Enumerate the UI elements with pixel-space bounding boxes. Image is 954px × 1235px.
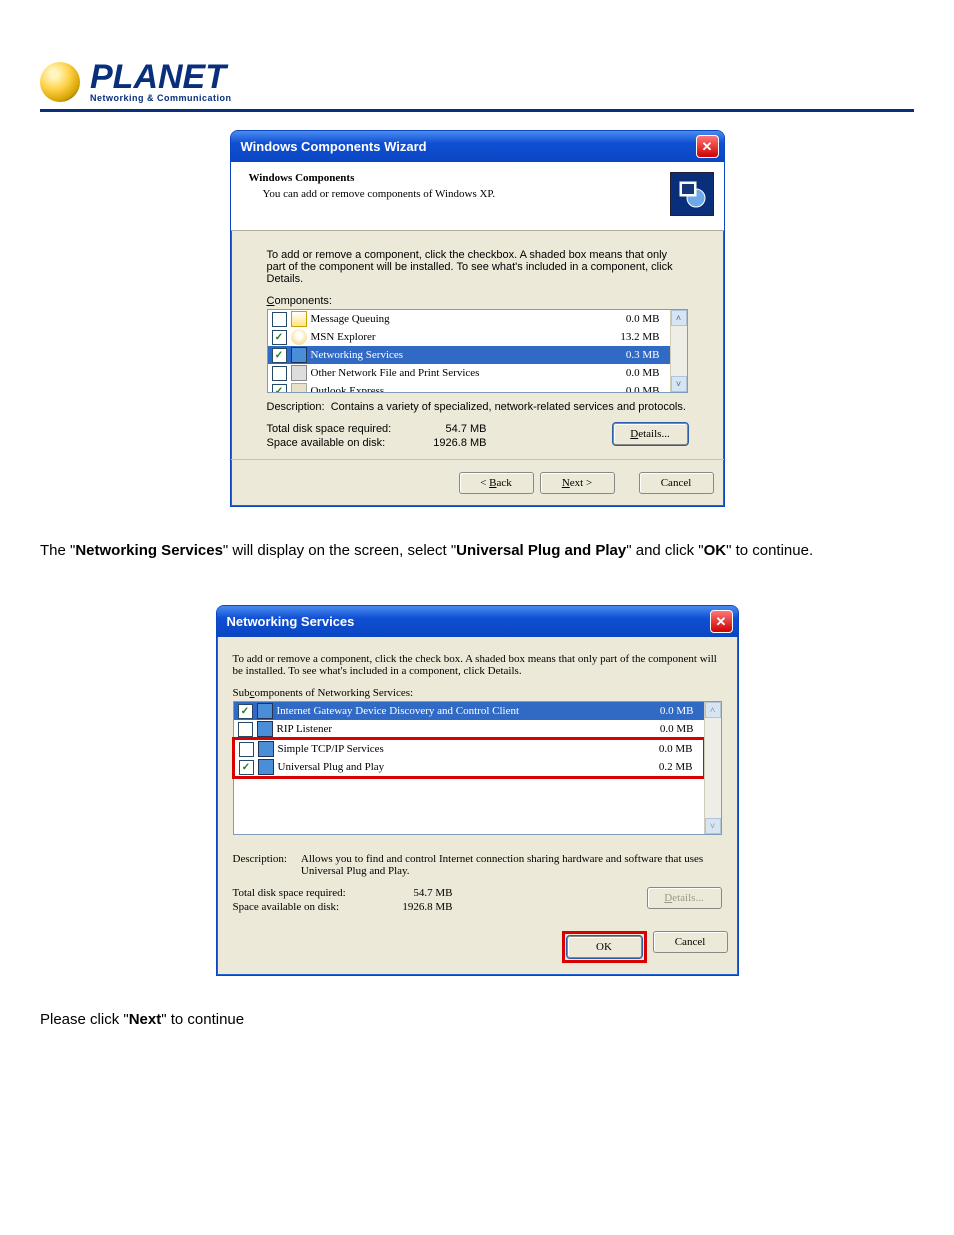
list-item-label: Internet Gateway Device Discovery and Co… (277, 705, 520, 717)
list-item-label: Universal Plug and Play (278, 761, 385, 773)
scrollbar[interactable]: ˄ ˅ (704, 702, 721, 834)
list-item[interactable]: Networking Services 0.3 MB (268, 346, 670, 364)
network-icon (257, 721, 273, 737)
message-queuing-icon (291, 311, 307, 327)
details-button[interactable]: Details... (613, 423, 688, 445)
next-button[interactable]: Next > (540, 472, 615, 494)
scroll-up-icon[interactable]: ˄ (671, 310, 687, 326)
components-listbox[interactable]: Message Queuing 0.0 MB MSN Explorer 13.2… (267, 309, 688, 393)
checkbox[interactable] (272, 330, 287, 345)
avail-space-value: 1926.8 MB (417, 437, 487, 449)
checkbox[interactable] (272, 312, 287, 327)
checkbox[interactable] (238, 722, 253, 737)
checkbox[interactable] (238, 704, 253, 719)
list-item[interactable]: Message Queuing 0.0 MB (268, 310, 670, 328)
list-item[interactable]: RIP Listener 0.0 MB (234, 720, 704, 738)
list-item-size: 0.2 MB (659, 761, 697, 773)
list-item[interactable]: Simple TCP/IP Services 0.0 MB (235, 740, 703, 758)
total-space-value: 54.7 MB (417, 423, 487, 435)
networking-services-window: Networking Services ✕ To add or remove a… (216, 605, 739, 976)
list-item-size: 0.0 MB (659, 743, 697, 755)
list-item[interactable]: Internet Gateway Device Discovery and Co… (234, 702, 704, 720)
description-text: Contains a variety of specialized, netwo… (331, 401, 686, 413)
msn-icon (291, 329, 307, 345)
list-item[interactable]: MSN Explorer 13.2 MB (268, 328, 670, 346)
close-icon: ✕ (702, 139, 713, 155)
list-item-size: 0.3 MB (626, 349, 664, 361)
checkbox[interactable] (239, 760, 254, 775)
close-icon: ✕ (716, 614, 727, 630)
close-button[interactable]: ✕ (710, 610, 733, 633)
brand-globe-icon (40, 62, 80, 102)
cancel-button[interactable]: Cancel (653, 931, 728, 953)
list-item-size: 0.0 MB (626, 313, 664, 325)
list-item[interactable]: Other Network File and Print Services 0.… (268, 364, 670, 382)
list-item-size: 0.0 MB (626, 385, 664, 393)
list-item-upnp[interactable]: Universal Plug and Play 0.2 MB (235, 758, 703, 776)
avail-space-value: 1926.8 MB (383, 901, 453, 913)
list-item[interactable]: Outlook Express 0.0 MB (268, 382, 670, 393)
wizard-title: Windows Components Wizard (241, 139, 427, 154)
dialog-instructions: To add or remove a component, click the … (233, 653, 722, 677)
avail-space-label: Space available on disk: (267, 437, 417, 449)
list-item-label: Networking Services (311, 349, 404, 361)
scroll-up-icon[interactable]: ˄ (705, 702, 721, 718)
network-icon (291, 347, 307, 363)
brand-header: PLANET Networking & Communication (40, 60, 914, 112)
outlook-icon (291, 383, 307, 393)
brand-tagline: Networking & Communication (90, 94, 232, 103)
cancel-button[interactable]: Cancel (639, 472, 714, 494)
list-item-label: Outlook Express (311, 385, 385, 393)
description-text: Allows you to find and control Internet … (301, 853, 722, 877)
total-space-label: Total disk space required: (267, 423, 417, 435)
total-space-value: 54.7 MB (383, 887, 453, 899)
subcomponents-listbox[interactable]: Internet Gateway Device Discovery and Co… (233, 701, 722, 835)
network-icon (258, 759, 274, 775)
instruction-paragraph-2: Please click "Next" to continue (40, 1010, 914, 1030)
ok-button[interactable]: OK (567, 936, 642, 958)
description-label: Description: (267, 401, 325, 413)
components-label: Components: (267, 295, 688, 307)
list-item-label: Message Queuing (311, 313, 390, 325)
scroll-down-icon[interactable]: ˅ (671, 376, 687, 392)
checkbox[interactable] (272, 366, 287, 381)
printer-icon (291, 365, 307, 381)
back-button[interactable]: < Back (459, 472, 534, 494)
wizard-subheading: You can add or remove components of Wind… (249, 188, 496, 200)
avail-space-label: Space available on disk: (233, 901, 383, 913)
wizard-instructions: To add or remove a component, click the … (267, 249, 688, 285)
instruction-paragraph-1: The "Networking Services" will display o… (40, 541, 914, 561)
brand-name: PLANET (90, 60, 232, 94)
components-icon (670, 172, 714, 216)
total-space-label: Total disk space required: (233, 887, 383, 899)
list-item-size: 0.0 MB (660, 705, 698, 717)
description-label: Description: (233, 853, 287, 877)
dialog-title: Networking Services (227, 614, 355, 629)
checkbox[interactable] (272, 348, 287, 363)
details-button: Details... (647, 887, 722, 909)
list-item-size: 0.0 MB (660, 723, 698, 735)
wizard-heading: Windows Components (249, 172, 496, 184)
subcomponents-label: Subcomponents of Networking Services: (233, 687, 722, 699)
list-item-label: Simple TCP/IP Services (278, 743, 384, 755)
components-wizard-window: Windows Components Wizard ✕ Windows Comp… (230, 130, 725, 507)
list-item-label: Other Network File and Print Services (311, 367, 480, 379)
checkbox[interactable] (272, 384, 287, 394)
list-item-size: 0.0 MB (626, 367, 664, 379)
network-icon (258, 741, 274, 757)
network-icon (257, 703, 273, 719)
list-item-label: MSN Explorer (311, 331, 376, 343)
list-item-label: RIP Listener (277, 723, 333, 735)
close-button[interactable]: ✕ (696, 135, 719, 158)
list-item-size: 13.2 MB (620, 331, 663, 343)
checkbox[interactable] (239, 742, 254, 757)
scroll-down-icon[interactable]: ˅ (705, 818, 721, 834)
scrollbar[interactable]: ˄ ˅ (670, 310, 687, 392)
